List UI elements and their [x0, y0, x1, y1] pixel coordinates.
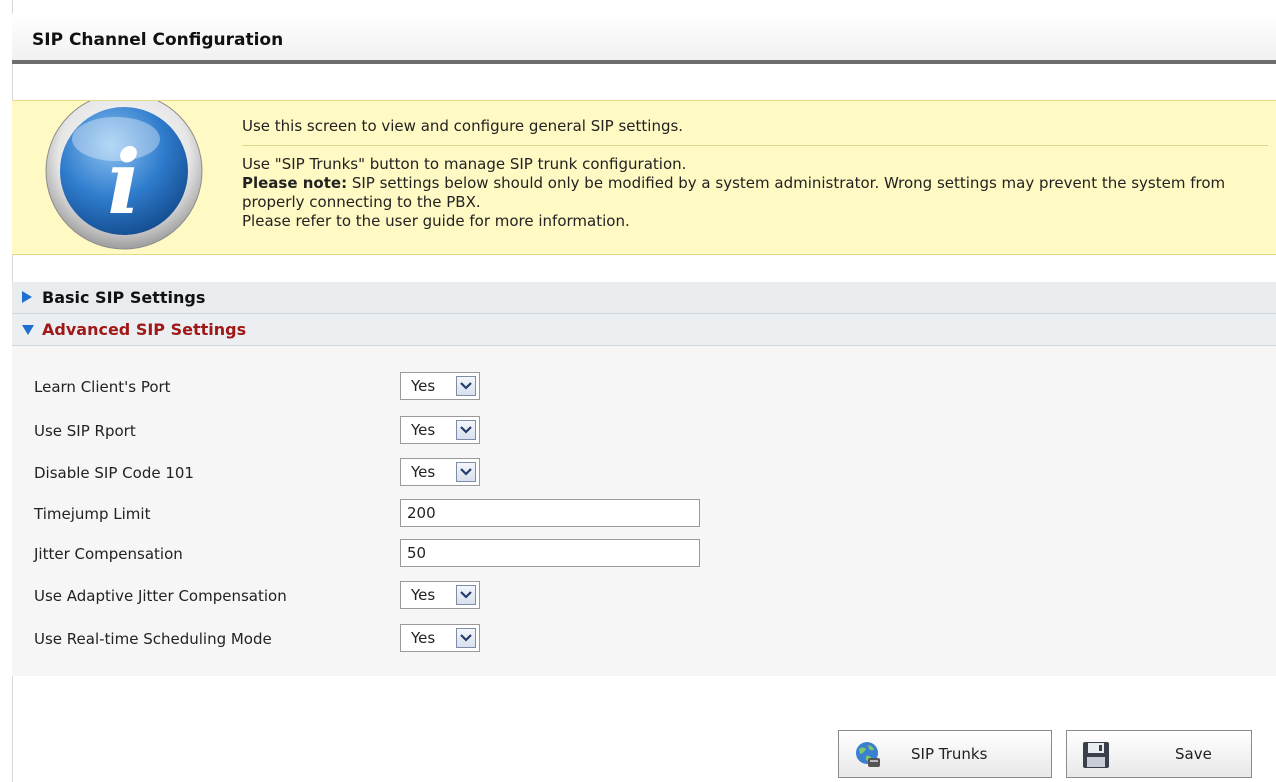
page-title: SIP Channel Configuration [32, 30, 284, 50]
expanded-arrow-icon [12, 320, 42, 339]
info-icon: i [45, 101, 203, 250]
collapsed-arrow-icon [12, 288, 42, 307]
svg-text:i: i [107, 130, 140, 234]
basic-sip-settings-label: Basic SIP Settings [42, 288, 206, 307]
chevron-down-icon[interactable] [456, 585, 476, 605]
chevron-down-icon[interactable] [456, 420, 476, 440]
sip-trunks-button-label: SIP Trunks [911, 745, 988, 763]
chevron-down-icon[interactable] [456, 376, 476, 396]
setting-label: Learn Client's Port [34, 378, 171, 396]
chevron-down-icon[interactable] [456, 628, 476, 648]
setting-row-timejump-limit: Timejump Limit [34, 499, 834, 529]
advanced-sip-settings-label: Advanced SIP Settings [42, 320, 247, 339]
select-value: Yes [411, 421, 436, 439]
setting-row-disable-sip-code-101: Disable SIP Code 101 Yes [34, 458, 834, 488]
note-label: Please note: [242, 174, 348, 192]
jitter-compensation-input[interactable] [400, 539, 700, 567]
use-adaptive-jitter-compensation-select[interactable]: Yes [400, 581, 480, 609]
setting-row-jitter-compensation: Jitter Compensation [34, 539, 834, 569]
timejump-limit-input[interactable] [400, 499, 700, 527]
chevron-down-icon[interactable] [456, 462, 476, 482]
info-line-note: Please note: SIP settings below should o… [242, 174, 1272, 212]
select-value: Yes [411, 629, 436, 647]
sip-trunks-button[interactable]: SIP Trunks [838, 730, 1052, 778]
setting-row-use-sip-rport: Use SIP Rport Yes [34, 416, 834, 446]
setting-label: Use SIP Rport [34, 422, 136, 440]
setting-row-learn-clients-port: Learn Client's Port Yes [34, 372, 834, 402]
title-bar: SIP Channel Configuration [12, 14, 1276, 64]
setting-row-use-real-time-scheduling-mode: Use Real-time Scheduling Mode Yes [34, 624, 834, 654]
info-line-sip-trunks: Use "SIP Trunks" button to manage SIP tr… [242, 155, 687, 173]
select-value: Yes [411, 586, 436, 604]
learn-clients-port-select[interactable]: Yes [400, 372, 480, 400]
save-button-label: Save [1175, 745, 1212, 763]
disable-sip-code-101-select[interactable]: Yes [400, 458, 480, 486]
setting-label: Disable SIP Code 101 [34, 464, 194, 482]
use-real-time-scheduling-mode-select[interactable]: Yes [400, 624, 480, 652]
setting-label: Timejump Limit [34, 505, 151, 523]
sip-trunks-icon [856, 742, 880, 767]
floppy-disk-icon [1083, 742, 1109, 768]
info-divider [242, 145, 1268, 146]
setting-label: Use Real-time Scheduling Mode [34, 630, 272, 648]
save-button[interactable]: Save [1066, 730, 1252, 778]
info-text-block: Use "SIP Trunks" button to manage SIP tr… [242, 155, 1272, 231]
select-value: Yes [411, 463, 436, 481]
advanced-settings-panel: Learn Client's Port Yes Use SIP Rport Ye… [12, 346, 1276, 676]
note-text: SIP settings below should only be modifi… [242, 174, 1226, 211]
info-panel: i Use this screen to view and configure … [12, 100, 1276, 255]
info-line-view-configure: Use this screen to view and configure ge… [242, 117, 684, 135]
setting-label: Jitter Compensation [34, 545, 183, 563]
info-line-user-guide: Please refer to the user guide for more … [242, 212, 630, 230]
use-sip-rport-select[interactable]: Yes [400, 416, 480, 444]
setting-row-use-adaptive-jitter-compensation: Use Adaptive Jitter Compensation Yes [34, 581, 834, 611]
basic-sip-settings-header[interactable]: Basic SIP Settings [12, 282, 1276, 314]
select-value: Yes [411, 377, 436, 395]
setting-label: Use Adaptive Jitter Compensation [34, 587, 287, 605]
advanced-sip-settings-header[interactable]: Advanced SIP Settings [12, 314, 1276, 346]
